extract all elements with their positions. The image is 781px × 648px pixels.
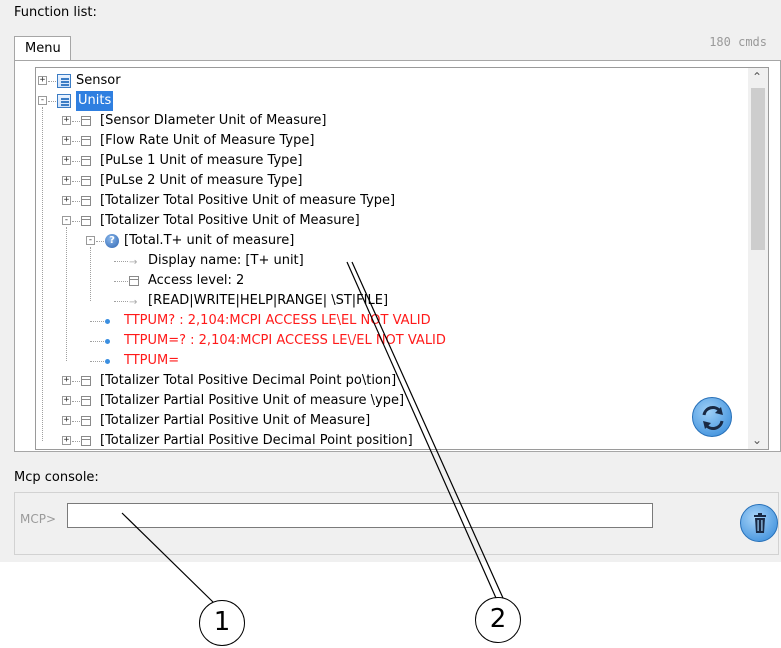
callout-1: 1	[199, 600, 245, 646]
callout-2: 2	[475, 597, 521, 643]
callout-leader-lines	[121, 261, 504, 603]
